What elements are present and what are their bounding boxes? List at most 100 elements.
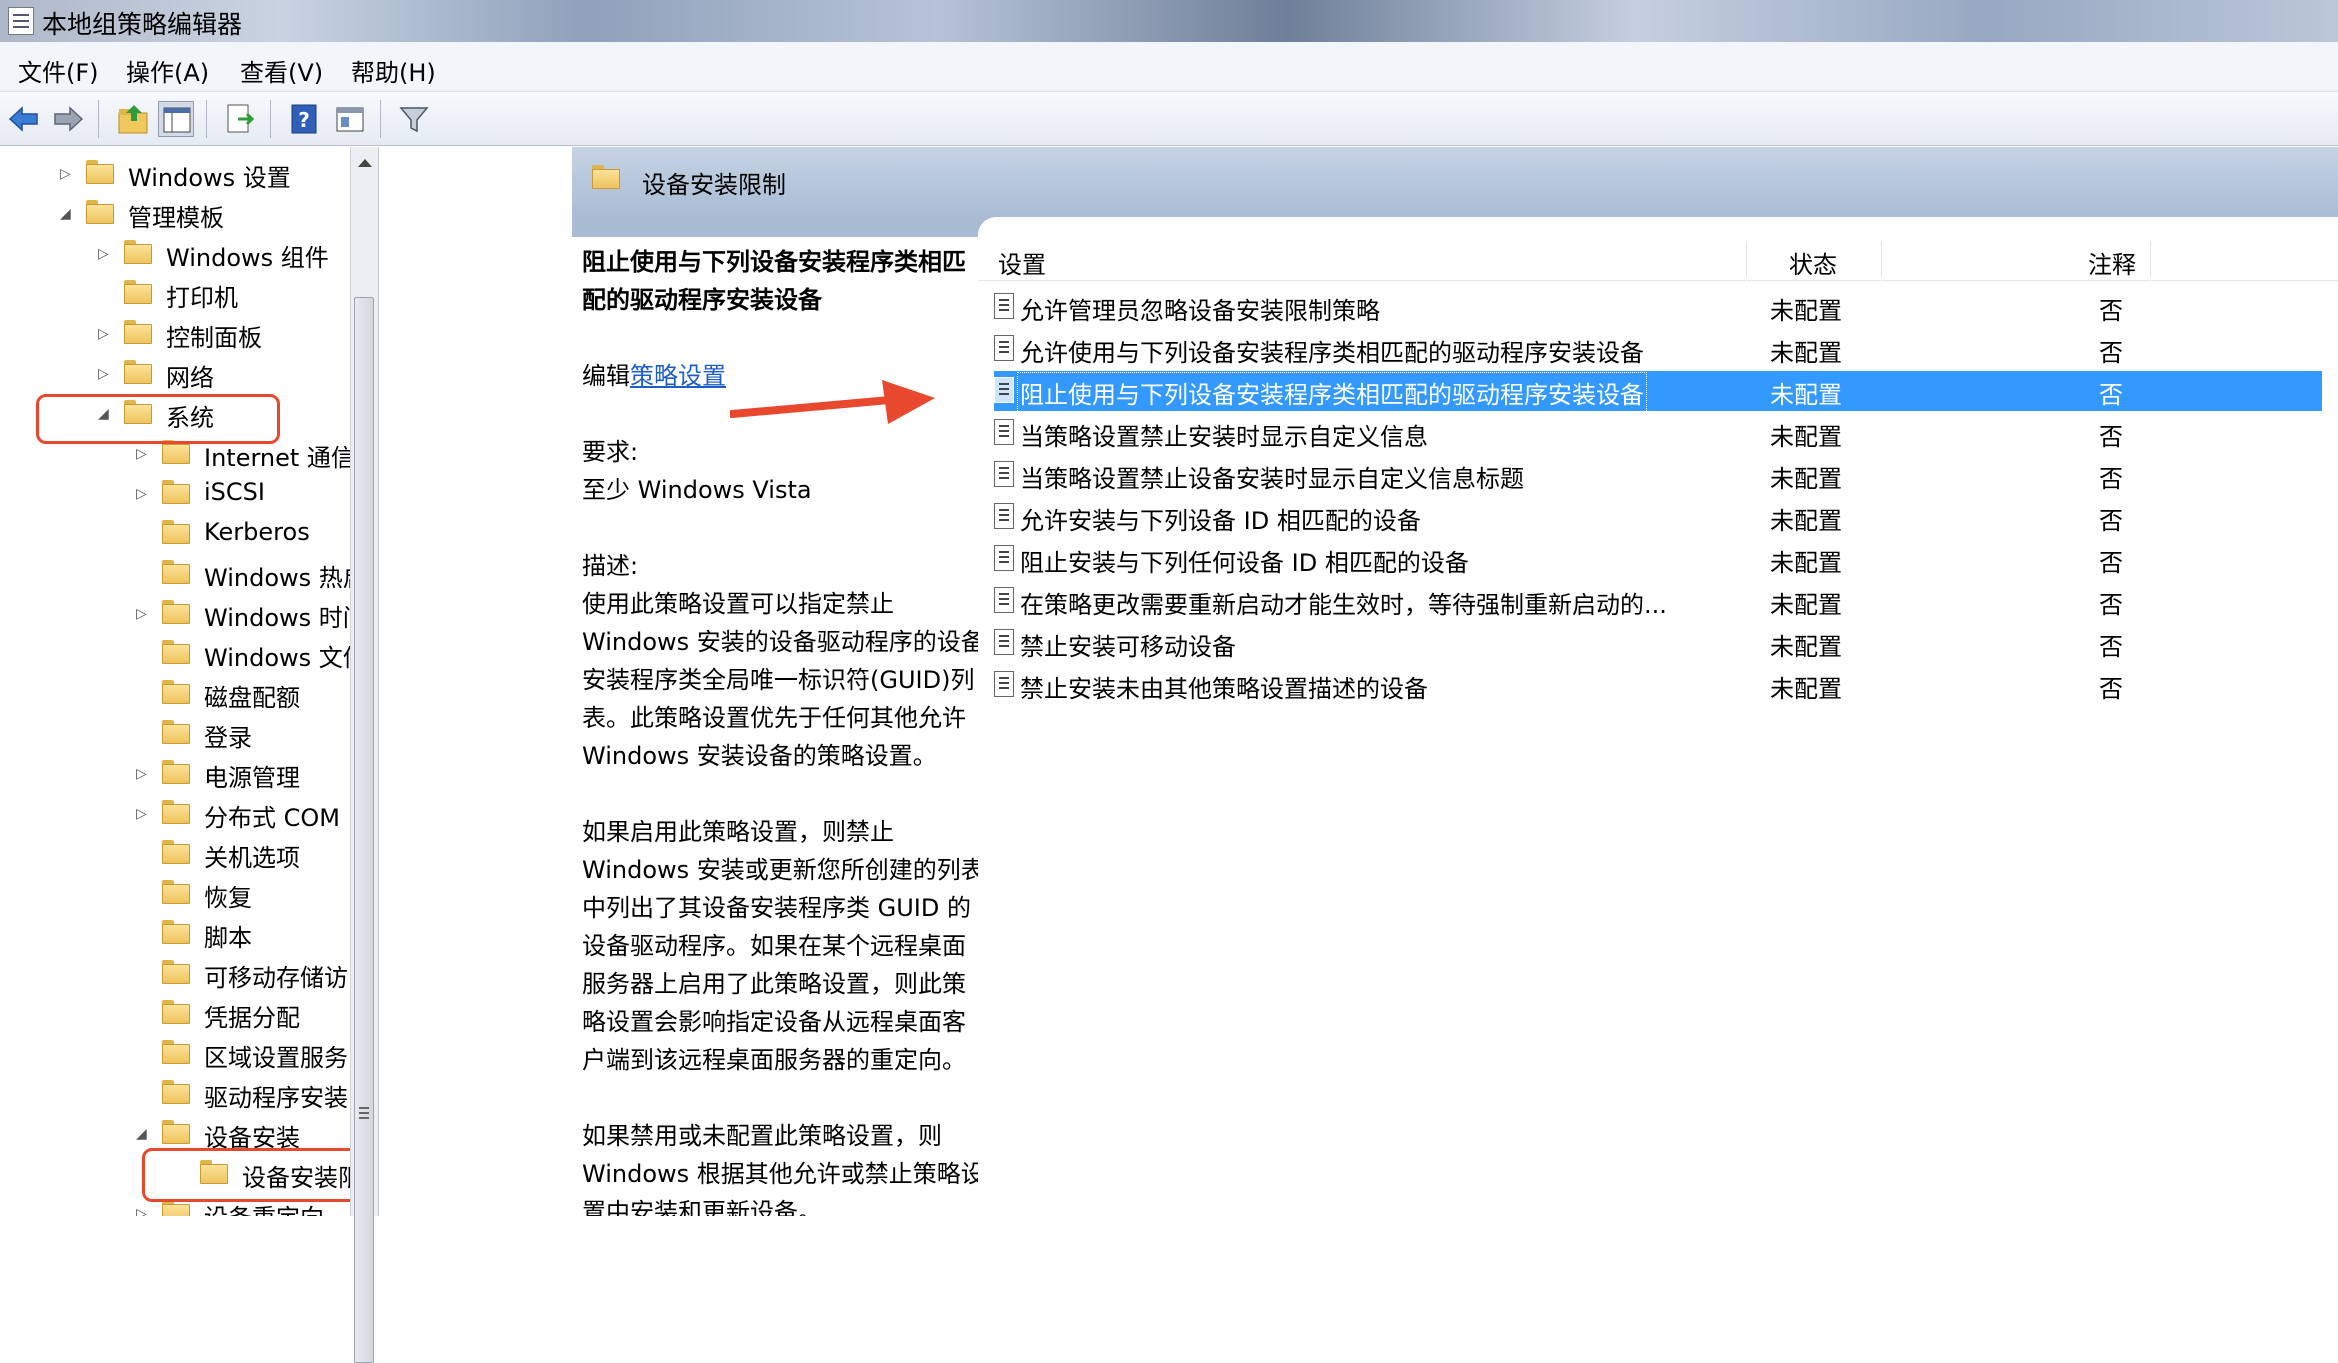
expand-arrow-icon[interactable]: ▷ bbox=[136, 444, 150, 464]
collapse-arrow-icon[interactable]: ◢ bbox=[60, 204, 74, 224]
column-header-note[interactable]: 注释 bbox=[1882, 237, 2150, 281]
expand-arrow-icon[interactable]: ▷ bbox=[98, 364, 112, 384]
row-setting-name: 当策略设置禁止设备安装时显示自定义信息标题 bbox=[1020, 465, 1524, 493]
description-line: 服务器上启用了此策略设置，则此策 bbox=[582, 970, 966, 998]
folder-icon bbox=[162, 960, 190, 984]
table-row-selected[interactable]: 阻止使用与下列设备安装程序类相匹配的驱动程序安装设备 未配置 否 bbox=[994, 371, 2322, 413]
scroll-up-icon[interactable] bbox=[358, 159, 372, 167]
edit-policy-link[interactable]: 策略设置 bbox=[630, 362, 726, 390]
folder-icon bbox=[86, 160, 114, 184]
table-row[interactable]: 禁止安装未由其他策略设置描述的设备 未配置 否 bbox=[994, 665, 2322, 705]
description-line: 置中安装和更新设备。 bbox=[582, 1198, 822, 1216]
row-note: 否 bbox=[2099, 423, 2123, 451]
row-note: 否 bbox=[2099, 675, 2123, 703]
column-header-setting[interactable]: 设置 bbox=[978, 237, 1746, 281]
expand-arrow-icon[interactable]: ▷ bbox=[60, 164, 74, 184]
properties-icon[interactable] bbox=[332, 101, 368, 137]
show-hide-tree-icon[interactable] bbox=[158, 101, 194, 137]
edit-policy-line: 编辑策略设置 bbox=[582, 357, 726, 395]
row-setting-name: 在策略更改需要重新启动才能生效时，等待强制重新启动的... bbox=[1020, 591, 1667, 619]
scroll-grip-icon bbox=[359, 1107, 369, 1109]
expand-arrow-icon[interactable]: ▷ bbox=[136, 1204, 150, 1216]
expand-arrow-icon[interactable]: ▷ bbox=[136, 804, 150, 824]
row-setting-name: 允许管理员忽略设备安装限制策略 bbox=[1020, 297, 1380, 325]
policy-title: 阻止使用与下列设备安装程序类相匹 bbox=[582, 248, 966, 276]
row-status: 未配置 bbox=[1770, 381, 1842, 409]
menu-file[interactable]: 文件(F) bbox=[18, 53, 99, 88]
row-status: 未配置 bbox=[1770, 339, 1842, 367]
edit-prefix: 编辑 bbox=[582, 362, 630, 390]
details-header: 设备安装限制 bbox=[572, 147, 2338, 217]
folder-icon bbox=[162, 1040, 190, 1064]
table-row[interactable]: 在策略更改需要重新启动才能生效时，等待强制重新启动的... 未配置 否 bbox=[994, 581, 2322, 621]
row-status: 未配置 bbox=[1770, 465, 1842, 493]
title-bar: 本地组策略编辑器 bbox=[0, 0, 2338, 42]
folder-icon bbox=[162, 560, 190, 584]
collapse-arrow-icon[interactable]: ◢ bbox=[136, 1124, 150, 1144]
folder-icon bbox=[162, 640, 190, 664]
expand-arrow-icon[interactable]: ▷ bbox=[98, 324, 112, 344]
policy-setting-icon bbox=[994, 587, 1014, 613]
menu-action[interactable]: 操作(A) bbox=[126, 53, 209, 88]
row-status: 未配置 bbox=[1770, 675, 1842, 703]
table-row[interactable]: 当策略设置禁止安装时显示自定义信息 未配置 否 bbox=[994, 413, 2322, 453]
expand-arrow-icon[interactable]: ▷ bbox=[136, 484, 150, 504]
policy-editor-icon bbox=[8, 7, 34, 35]
forward-arrow-icon[interactable] bbox=[50, 101, 86, 137]
table-row[interactable]: 允许管理员忽略设备安装限制策略 未配置 否 bbox=[994, 287, 2322, 327]
row-status: 未配置 bbox=[1770, 633, 1842, 661]
export-list-icon[interactable] bbox=[222, 101, 258, 137]
details-header-title: 设备安装限制 bbox=[642, 171, 786, 199]
policy-setting-icon bbox=[994, 629, 1014, 655]
policy-setting-icon bbox=[994, 671, 1014, 697]
row-setting-name: 禁止安装未由其他策略设置描述的设备 bbox=[1020, 675, 1428, 703]
expand-arrow-icon[interactable]: ▷ bbox=[136, 764, 150, 784]
folder-icon bbox=[162, 1080, 190, 1104]
policy-setting-icon bbox=[994, 545, 1014, 571]
description-line: 中列出了其设备安装程序类 GUID 的 bbox=[582, 894, 971, 922]
row-note: 否 bbox=[2099, 297, 2123, 325]
back-arrow-icon[interactable] bbox=[6, 101, 42, 137]
expand-arrow-icon[interactable]: ▷ bbox=[136, 604, 150, 624]
description-label: 描述: bbox=[582, 552, 639, 580]
policy-setting-icon bbox=[994, 377, 1014, 403]
folder-icon bbox=[162, 720, 190, 744]
up-folder-icon[interactable] bbox=[116, 101, 152, 137]
description-line: Windows 根据其他允许或禁止策略设 bbox=[582, 1160, 978, 1188]
menu-help[interactable]: 帮助(H) bbox=[351, 53, 436, 88]
row-note: 否 bbox=[2099, 549, 2123, 577]
table-row[interactable]: 当策略设置禁止设备安装时显示自定义信息标题 未配置 否 bbox=[994, 455, 2322, 495]
row-setting-name: 禁止安装可移动设备 bbox=[1020, 633, 1236, 661]
tree-scrollbar[interactable] bbox=[350, 147, 378, 1363]
folder-icon bbox=[592, 165, 620, 189]
menu-view[interactable]: 查看(V) bbox=[240, 53, 323, 88]
row-setting-name: 允许使用与下列设备安装程序类相匹配的驱动程序安装设备 bbox=[1020, 339, 1644, 367]
description-line: Windows 安装或更新您所创建的列表 bbox=[582, 856, 978, 884]
table-row[interactable]: 禁止安装可移动设备 未配置 否 bbox=[994, 623, 2322, 663]
description-line: 安装程序类全局唯一标识符(GUID)列 bbox=[582, 666, 975, 694]
scroll-thumb[interactable] bbox=[354, 297, 374, 1363]
table-row[interactable]: 阻止安装与下列任何设备 ID 相匹配的设备 未配置 否 bbox=[994, 539, 2322, 579]
row-setting-name: 允许安装与下列设备 ID 相匹配的设备 bbox=[1020, 507, 1421, 535]
policy-settings-table: 设置 状态 注释 允许管理员忽略设备安装限制策略 未配置 否 允许使用与下列设备… bbox=[978, 237, 2338, 1216]
table-row[interactable]: 允许安装与下列设备 ID 相匹配的设备 未配置 否 bbox=[994, 497, 2322, 537]
folder-icon bbox=[124, 240, 152, 264]
row-setting-name: 当策略设置禁止安装时显示自定义信息 bbox=[1020, 423, 1428, 451]
filter-icon[interactable] bbox=[396, 101, 432, 137]
description-line: 略设置会影响指定设备从远程桌面客 bbox=[582, 1008, 966, 1036]
folder-icon bbox=[162, 480, 190, 504]
annotation-arrow-icon bbox=[730, 380, 935, 424]
row-note: 否 bbox=[2099, 465, 2123, 493]
folder-icon bbox=[162, 600, 190, 624]
toolbar: ? bbox=[0, 92, 2338, 146]
help-icon[interactable]: ? bbox=[286, 101, 322, 137]
row-note: 否 bbox=[2099, 381, 2123, 409]
column-header-status[interactable]: 状态 bbox=[1747, 237, 1881, 281]
description-line: Windows 安装设备的策略设置。 bbox=[582, 742, 937, 770]
row-status: 未配置 bbox=[1770, 297, 1842, 325]
description-line: 如果禁用或未配置此策略设置，则 bbox=[582, 1122, 942, 1150]
expand-arrow-icon[interactable]: ▷ bbox=[98, 244, 112, 264]
folder-icon bbox=[162, 1000, 190, 1024]
table-row[interactable]: 允许使用与下列设备安装程序类相匹配的驱动程序安装设备 未配置 否 bbox=[994, 329, 2322, 369]
folder-icon bbox=[162, 840, 190, 864]
